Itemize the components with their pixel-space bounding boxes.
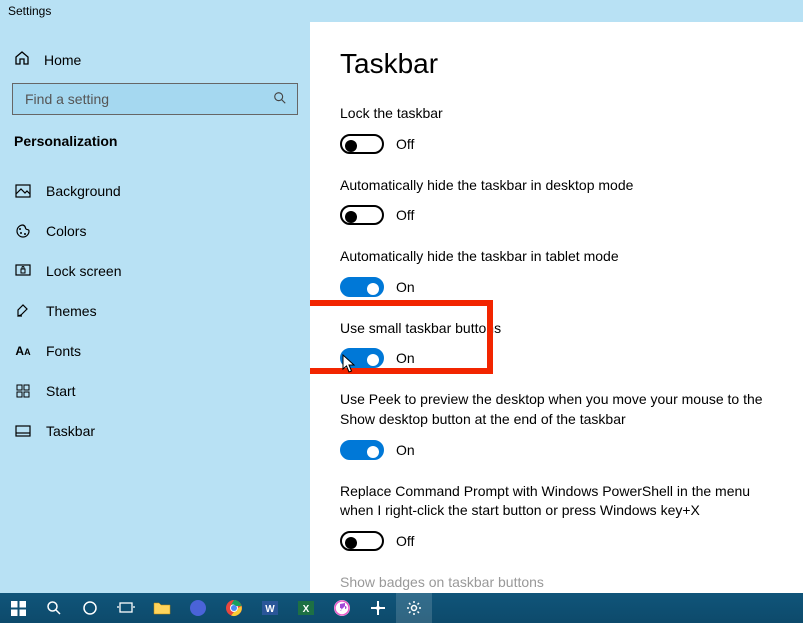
settings-taskbar-icon[interactable] [396,593,432,623]
cortana-icon[interactable] [72,593,108,623]
toggle-small-buttons[interactable] [340,348,384,368]
app-icon[interactable] [360,593,396,623]
themes-icon [14,303,32,319]
sidebar-item-fonts[interactable]: AA Fonts [12,331,298,371]
taskview-icon[interactable] [108,593,144,623]
fonts-icon: AA [14,344,32,358]
toggle-state: Off [396,533,414,549]
start-button[interactable] [0,593,36,623]
toggle-state: On [396,279,415,295]
toggle-autohide-desktop[interactable] [340,205,384,225]
home-icon [14,50,30,69]
toggle-peek[interactable] [340,440,384,460]
background-icon [14,184,32,198]
sidebar-item-background[interactable]: Background [12,171,298,211]
setting-label: Automatically hide the taskbar in tablet… [340,247,773,267]
taskbar-icon [14,425,32,437]
setting-small-buttons: Use small taskbar buttons On [340,319,773,369]
sidebar-item-lockscreen[interactable]: Lock screen [12,251,298,291]
file-explorer-icon[interactable] [144,593,180,623]
taskbar-search-icon[interactable] [36,593,72,623]
sidebar-item-colors[interactable]: Colors [12,211,298,251]
section-title: Personalization [12,133,298,149]
setting-label: Use Peek to preview the desktop when you… [340,390,773,429]
setting-autohide-tablet: Automatically hide the taskbar in tablet… [340,247,773,297]
lockscreen-icon [14,264,32,278]
setting-label: Automatically hide the taskbar in deskto… [340,176,773,196]
setting-label: Show badges on taskbar buttons [340,573,773,593]
window-titlebar: Settings [0,0,803,22]
setting-lock-taskbar: Lock the taskbar Off [340,104,773,154]
sidebar-item-label: Themes [46,303,97,319]
setting-peek: Use Peek to preview the desktop when you… [340,390,773,459]
start-icon [14,384,32,398]
setting-label: Use small taskbar buttons [340,319,773,339]
toggle-state: Off [396,136,414,152]
sidebar-item-themes[interactable]: Themes [12,291,298,331]
page-title: Taskbar [340,48,773,80]
svg-text:W: W [265,604,275,615]
colors-icon [14,223,32,239]
setting-label: Replace Command Prompt with Windows Powe… [340,482,773,521]
setting-label: Lock the taskbar [340,104,773,124]
sidebar-item-taskbar[interactable]: Taskbar [12,411,298,451]
toggle-autohide-tablet[interactable] [340,277,384,297]
sidebar-item-label: Lock screen [46,263,121,279]
sidebar-item-label: Fonts [46,343,81,359]
sidebar-item-start[interactable]: Start [12,371,298,411]
toggle-state: On [396,350,415,366]
os-taskbar[interactable]: W X [0,593,803,623]
svg-text:X: X [303,604,310,615]
toggle-state: Off [396,207,414,223]
word-icon[interactable]: W [252,593,288,623]
toggle-lock-taskbar[interactable] [340,134,384,154]
toggle-powershell[interactable] [340,531,384,551]
search-icon [273,91,287,108]
firefox-icon[interactable] [180,593,216,623]
sidebar-item-label: Start [46,383,76,399]
toggle-state: On [396,442,415,458]
search-field[interactable] [23,90,273,108]
main-panel: Taskbar Lock the taskbar Off Automatical… [310,22,803,623]
sidebar-item-label: Background [46,183,121,199]
sidebar-item-label: Taskbar [46,423,95,439]
sidebar-item-label: Colors [46,223,86,239]
search-input[interactable] [12,83,298,115]
home-label: Home [44,52,81,68]
itunes-icon[interactable] [324,593,360,623]
setting-badges: Show badges on taskbar buttons [340,573,773,593]
home-link[interactable]: Home [12,42,298,83]
window-title: Settings [8,4,51,18]
excel-icon[interactable]: X [288,593,324,623]
setting-autohide-desktop: Automatically hide the taskbar in deskto… [340,176,773,226]
chrome-icon[interactable] [216,593,252,623]
setting-powershell: Replace Command Prompt with Windows Powe… [340,482,773,551]
sidebar: Home Personalization Background Colors L… [0,22,310,623]
